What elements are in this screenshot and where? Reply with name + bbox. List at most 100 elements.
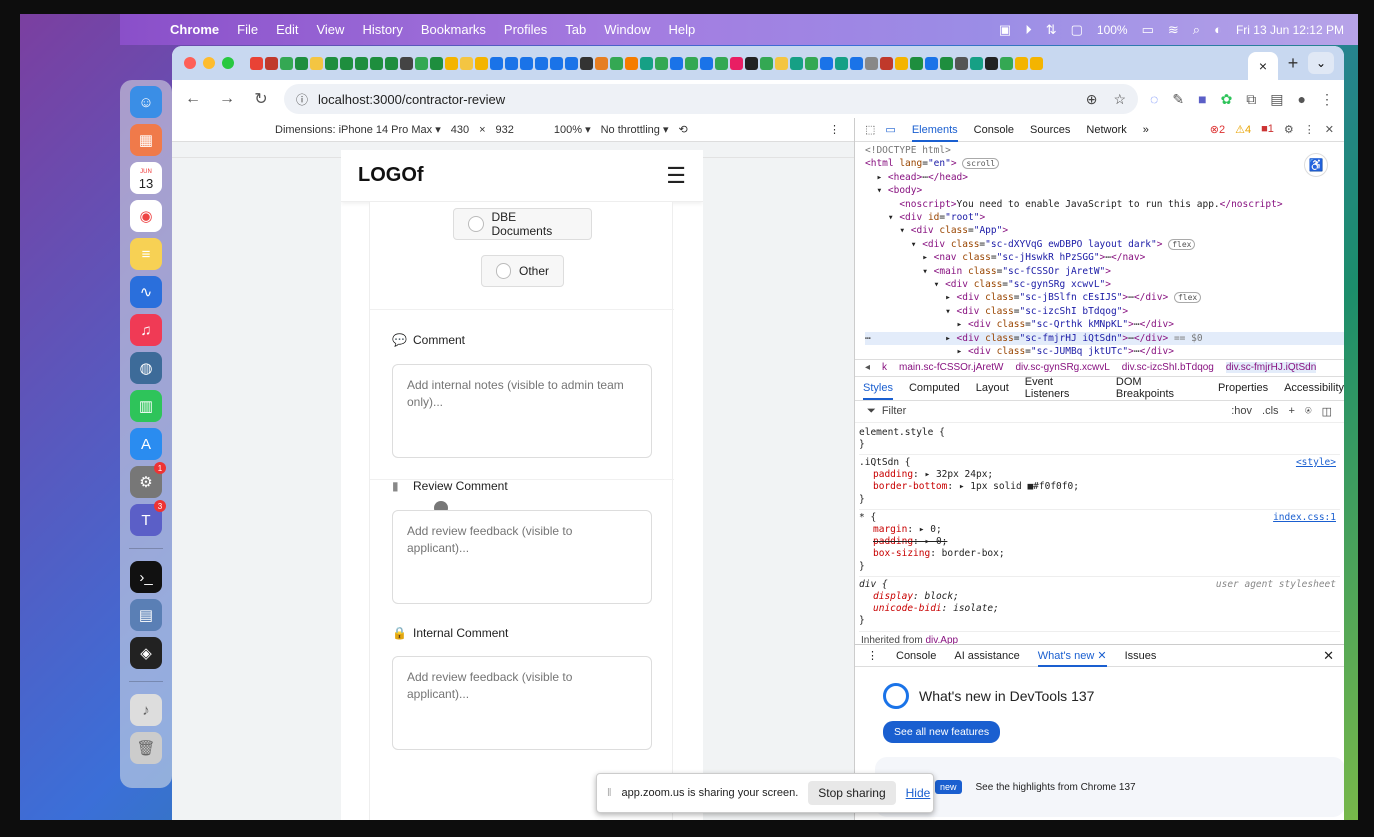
sheets-tab-icon[interactable] [295, 56, 308, 70]
css-property[interactable]: box-sizing: border-box; [859, 548, 1340, 560]
clock[interactable]: Fri 13 Jun 12:12 PM [1236, 23, 1344, 37]
gmail-tab-icon[interactable] [250, 56, 263, 70]
breadcrumb-item[interactable]: main.sc-fCSSOr.jAretW [899, 362, 1003, 373]
tab-icon[interactable] [1015, 56, 1028, 70]
dom-doctype[interactable]: <!DOCTYPE html> [865, 144, 1344, 157]
css-property[interactable]: border-bottom: ▸ 1px solid ■#f0f0f0; [859, 481, 1340, 493]
drive-tab-icon[interactable] [1000, 56, 1013, 70]
rule-source-link[interactable]: <style> [1296, 457, 1336, 469]
css-property[interactable]: padding: ▸ 32px 24px; [859, 469, 1340, 481]
tab-icon[interactable] [520, 56, 533, 70]
trash-icon[interactable]: 🗑 [130, 732, 162, 764]
control-center-icon[interactable]: ◐ [1214, 22, 1222, 37]
chrome-icon[interactable]: ◉ [130, 200, 162, 232]
option-dbe-documents[interactable]: DBE Documents [453, 208, 592, 240]
tab-icon[interactable] [445, 56, 458, 70]
drive-tab-icon[interactable] [715, 56, 728, 70]
more-tabs[interactable]: » [1143, 124, 1149, 136]
rendering-emulation-icon[interactable]: ⍟ [1305, 405, 1312, 418]
device-width-input[interactable]: 430 [451, 124, 469, 136]
tab-icon[interactable] [400, 56, 413, 70]
music-icon[interactable]: ♫ [130, 314, 162, 346]
extension-icon[interactable]: ■ [1198, 91, 1206, 107]
tab-icon[interactable] [580, 56, 593, 70]
sheets-tab-icon[interactable] [385, 56, 398, 70]
hamburger-menu-icon[interactable]: ☰ [666, 163, 686, 189]
tab-icon[interactable] [970, 56, 983, 70]
drive-tab-icon[interactable] [805, 56, 818, 70]
hover-state-toggle[interactable]: :hov [1231, 405, 1252, 418]
chrome-menu-icon[interactable]: ⋮ [1320, 91, 1334, 108]
active-tab-close-icon[interactable]: × [1248, 52, 1278, 80]
dom-node-app[interactable]: ▾ <div class="App"> [865, 224, 1344, 237]
terminal-icon[interactable]: ›_ [130, 561, 162, 593]
highlights-card[interactable]: new See the highlights from Chrome 137 [875, 757, 1344, 817]
dom-node-layout[interactable]: ▾ <div class="sc-dXYVqG ewDBPO layout da… [865, 238, 1344, 251]
drag-handle-icon[interactable]: ‖ [607, 787, 612, 799]
close-tab-icon[interactable]: ✕ [1097, 650, 1106, 662]
menu-file[interactable]: File [237, 22, 258, 37]
tab-icon[interactable] [460, 56, 473, 70]
new-rule-icon[interactable]: + [1289, 405, 1295, 418]
dom-node-div[interactable]: ▸ <div class="sc-JUMBq jktUTc">⋯</div> [865, 345, 1344, 358]
tab-event-listeners[interactable]: Event Listeners [1025, 376, 1100, 400]
sheets-tab-icon[interactable] [430, 56, 443, 70]
menu-window[interactable]: Window [604, 22, 650, 37]
tab-icon[interactable] [1030, 56, 1043, 70]
settings-gear-icon[interactable]: ⚙ [1284, 123, 1294, 136]
rule-source-link[interactable]: index.css:1 [1273, 512, 1336, 524]
preview-icon[interactable]: ▤ [130, 599, 162, 631]
class-toggle[interactable]: .cls [1262, 405, 1279, 418]
menu-view[interactable]: View [316, 22, 344, 37]
drawer-tab-console[interactable]: Console [896, 650, 936, 662]
dom-node-noscript[interactable]: <noscript>You need to enable JavaScript … [865, 198, 1344, 211]
menu-bookmarks[interactable]: Bookmarks [421, 22, 486, 37]
reload-icon[interactable]: ↻ [250, 89, 272, 109]
tab-dom-breakpoints[interactable]: DOM Breakpoints [1116, 376, 1202, 400]
tab-icon[interactable] [835, 56, 848, 70]
close-drawer-icon[interactable]: ✕ [1323, 648, 1334, 664]
accessibility-icon[interactable]: ♿ [1304, 153, 1328, 177]
option-other[interactable]: Other [481, 255, 564, 287]
menu-tab[interactable]: Tab [565, 22, 586, 37]
extensions-puzzle-icon[interactable]: ⧉ [1246, 91, 1256, 108]
wifi-icon[interactable]: ≋ [1168, 22, 1179, 38]
tab-icon[interactable] [955, 56, 968, 70]
tab-icon[interactable] [790, 56, 803, 70]
menu-profiles[interactable]: Profiles [504, 22, 547, 37]
menu-app-chrome[interactable]: Chrome [170, 22, 219, 37]
breadcrumb-scroll-left-icon[interactable]: ◂ [865, 362, 870, 373]
tab-network[interactable]: Network [1086, 124, 1126, 136]
system-settings-icon[interactable]: ⚙ 1 [130, 462, 166, 498]
launchpad-icon[interactable]: ▦ [130, 124, 162, 156]
notes-icon[interactable]: ≡ [130, 238, 162, 270]
drive-tab-icon[interactable] [760, 56, 773, 70]
sheets-tab-icon[interactable] [355, 56, 368, 70]
tab-icon[interactable] [850, 56, 863, 70]
sheets-tab-icon[interactable] [340, 56, 353, 70]
numbers-icon[interactable]: ▥ [130, 390, 162, 422]
tab-icon[interactable] [535, 56, 548, 70]
device-height-input[interactable]: 932 [496, 124, 514, 136]
tab-icon[interactable] [895, 56, 908, 70]
breadcrumb-item[interactable]: k [882, 362, 887, 373]
drive-tab-icon[interactable] [280, 56, 293, 70]
device-zoom-select[interactable]: 100% ▾ [554, 123, 591, 136]
drive-tab-icon[interactable] [685, 56, 698, 70]
bookmark-star-icon[interactable]: ☆ [1113, 91, 1126, 108]
freeform-icon[interactable]: ∿ [130, 276, 162, 308]
side-panel-icon[interactable]: ▤ [1270, 91, 1283, 108]
close-window-icon[interactable] [184, 57, 196, 69]
tab-icon[interactable] [595, 56, 608, 70]
drive-tab-icon[interactable] [610, 56, 623, 70]
dom-node-nav[interactable]: ▸ <nav class="sc-jHswkR hPzSGG">⋯</nav> [865, 251, 1344, 264]
stop-sharing-button[interactable]: Stop sharing [808, 781, 896, 805]
warning-count[interactable]: ⚠4 [1235, 123, 1251, 136]
menu-edit[interactable]: Edit [276, 22, 298, 37]
dom-node-root[interactable]: ▾ <div id="root"> [865, 211, 1344, 224]
drawer-tab-ai-assistance[interactable]: AI assistance [954, 650, 1019, 662]
docs-tab-icon[interactable] [820, 56, 833, 70]
css-property[interactable]: margin: ▸ 0; [859, 524, 1340, 536]
zoom-icon[interactable]: ⊕ [1086, 91, 1098, 108]
tab-icon[interactable] [700, 56, 713, 70]
